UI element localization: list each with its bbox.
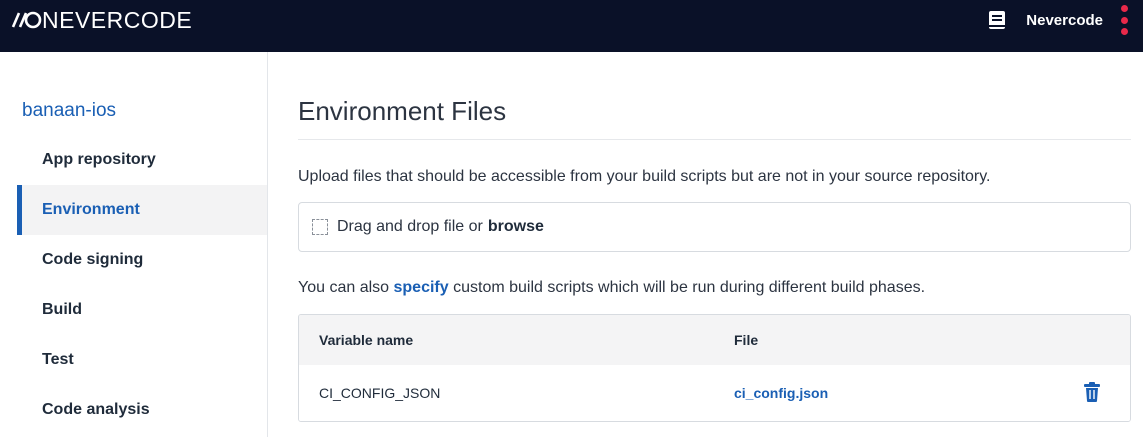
kebab-dot	[1120, 5, 1128, 12]
logo-text: NEVERCODE	[42, 7, 193, 33]
kebab-dot	[1120, 16, 1128, 24]
kebab-dot	[1120, 28, 1128, 35]
logo-mark-icon	[11, 11, 42, 29]
file-link[interactable]: ci_config.json	[734, 385, 828, 401]
user-menu-name[interactable]: Nevercode	[1026, 12, 1103, 29]
kebab-menu-icon[interactable]	[1119, 5, 1129, 35]
column-header-variable-name: Variable name	[319, 332, 414, 348]
docs-icon[interactable]	[988, 10, 1006, 30]
table-row: CI_CONFIG_JSON ci_config.json	[299, 365, 1130, 421]
sidebar-item-environment[interactable]: Environment	[17, 185, 267, 235]
intro-text: Upload files that should be accessible f…	[298, 168, 991, 185]
dropzone-text: Drag and drop file or	[337, 218, 483, 235]
sidebar-item-app-repository[interactable]: App repository	[17, 135, 267, 185]
table-header: Variable name File	[299, 315, 1130, 365]
title-divider	[298, 139, 1131, 140]
sidebar-item-code-analysis[interactable]: Code analysis	[17, 385, 267, 435]
scripts-text-after: custom build scripts which will be run d…	[453, 279, 926, 296]
project-name-link[interactable]: banaan-ios	[22, 100, 116, 122]
browse-link[interactable]: browse	[488, 218, 544, 236]
sidebar-item-test[interactable]: Test	[17, 335, 267, 385]
sidebar-item-build[interactable]: Build	[17, 285, 267, 335]
scripts-text-before: You can also	[298, 279, 390, 296]
page-title: Environment Files	[298, 96, 507, 126]
header-right-controls: Nevercode	[988, 0, 1129, 40]
scripts-info-text: You can also specify custom build script…	[298, 279, 925, 297]
specify-link[interactable]: specify	[394, 279, 449, 296]
file-dropzone[interactable]: Drag and drop file or browse	[298, 202, 1131, 252]
sidebar-item-code-signing[interactable]: Code signing	[17, 235, 267, 285]
variable-name-cell: CI_CONFIG_JSON	[319, 385, 441, 401]
trash-icon[interactable]	[1083, 382, 1101, 402]
environment-files-table: Variable name File CI_CONFIG_JSON ci_con…	[298, 314, 1131, 422]
column-header-file: File	[734, 332, 759, 348]
settings-sidebar: banaan-ios App repository Environment Co…	[0, 52, 268, 437]
dropzone-icon	[312, 219, 328, 235]
nevercode-logo[interactable]: NEVERCODE	[10, 8, 192, 32]
top-navigation-bar: NEVERCODE Nevercode	[0, 0, 1143, 52]
